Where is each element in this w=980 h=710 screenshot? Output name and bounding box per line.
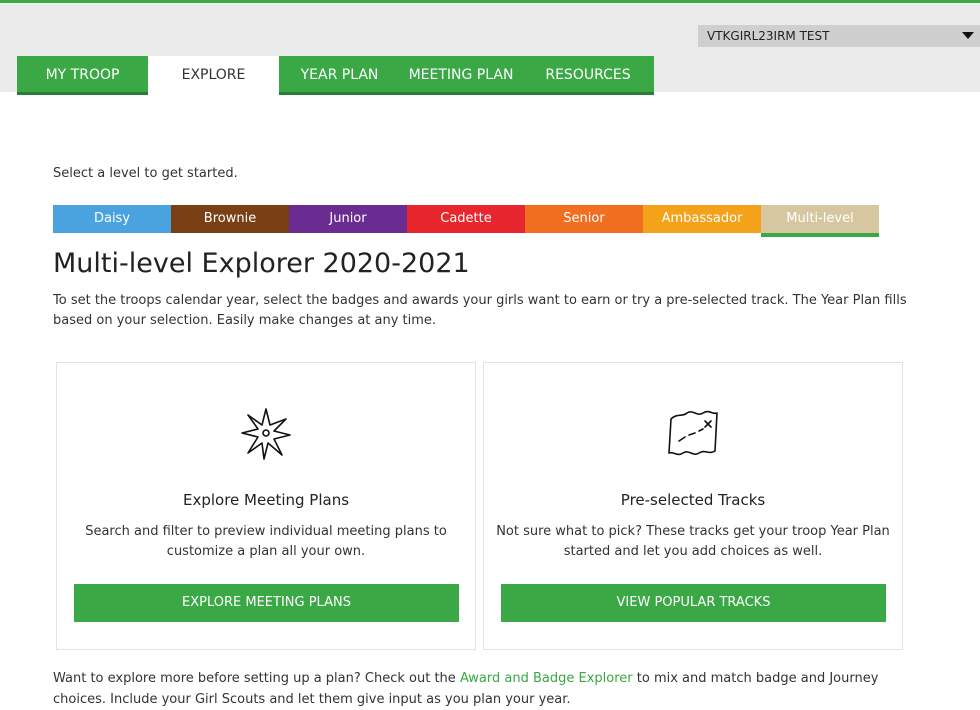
user-name: VTKGIRL23IRM TEST [707, 29, 830, 43]
explore-meeting-plans-card: Explore Meeting Plans Search and filter … [56, 362, 476, 650]
page-title: Multi-level Explorer 2020-2021 [53, 248, 470, 279]
level-junior[interactable]: Junior [289, 205, 407, 233]
footer-text-before: Want to explore more before setting up a… [53, 671, 460, 686]
level-brownie[interactable]: Brownie [171, 205, 289, 233]
level-selector: Daisy Brownie Junior Cadette Senior Amba… [53, 205, 879, 241]
tab-resources[interactable]: RESOURCES [522, 56, 654, 95]
pre-selected-tracks-card: Pre-selected Tracks Not sure what to pic… [483, 362, 903, 650]
card-title: Pre-selected Tracks [620, 491, 766, 509]
level-ambassador[interactable]: Ambassador [643, 205, 761, 233]
level-daisy[interactable]: Daisy [53, 205, 171, 233]
level-multi-level[interactable]: Multi-level [761, 205, 879, 237]
award-badge-explorer-link[interactable]: Award and Badge Explorer [460, 671, 633, 686]
tab-meeting-plan[interactable]: MEETING PLAN [400, 56, 522, 95]
tab-year-plan[interactable]: YEAR PLAN [279, 56, 400, 95]
level-cadette[interactable]: Cadette [407, 205, 525, 233]
level-prompt: Select a level to get started. [53, 166, 238, 181]
user-menu-dropdown[interactable]: VTKGIRL23IRM TEST [698, 25, 980, 47]
footer-text: Want to explore more before setting up a… [53, 668, 933, 710]
tab-my-troop[interactable]: MY TROOP [17, 56, 148, 95]
intro-text: To set the troops calendar year, select … [53, 293, 907, 328]
explore-meeting-plans-button[interactable]: EXPLORE MEETING PLANS [74, 584, 459, 622]
treasure-map-icon [668, 410, 718, 456]
top-bar: VTKGIRL23IRM TEST MY TROOP EXPLORE YEAR … [0, 0, 980, 95]
view-popular-tracks-button[interactable]: VIEW POPULAR TRACKS [501, 584, 886, 622]
level-senior[interactable]: Senior [525, 205, 643, 233]
card-description: Search and filter to preview individual … [85, 524, 447, 559]
main-nav: MY TROOP EXPLORE YEAR PLAN MEETING PLAN … [17, 56, 654, 95]
caret-down-icon[interactable] [962, 32, 974, 39]
card-title: Explore Meeting Plans [182, 491, 350, 509]
tab-explore[interactable]: EXPLORE [148, 56, 279, 95]
compass-star-icon [241, 408, 291, 460]
card-description: Not sure what to pick? These tracks get … [496, 524, 890, 559]
